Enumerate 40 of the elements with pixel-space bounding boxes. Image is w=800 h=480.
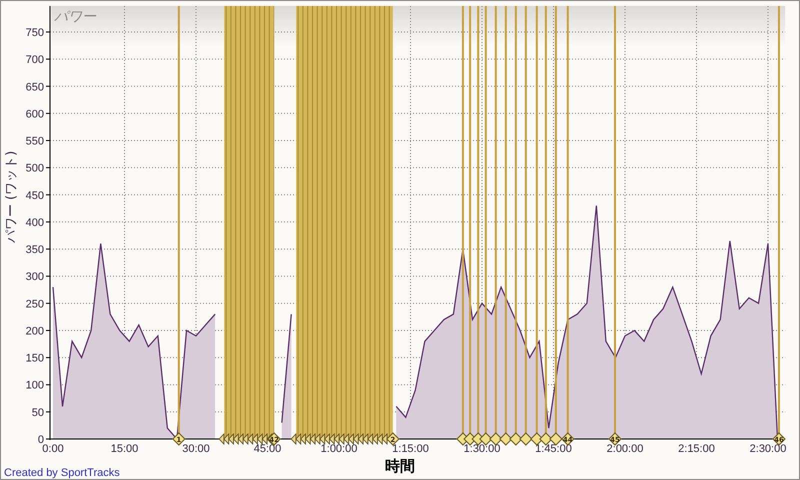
y-tick-label: 50 <box>32 406 44 419</box>
lap-marker-icon[interactable] <box>549 432 563 446</box>
x-tick-label: 2:15:00 <box>678 443 715 453</box>
y-tick-label: 750 <box>26 27 44 39</box>
x-tick-label: 2:00:00 <box>606 443 644 453</box>
x-tick-label: 0:00 <box>42 443 64 453</box>
lap-marker-icon[interactable] <box>539 432 553 446</box>
x-tick-label: 2:30:00 <box>750 443 786 453</box>
chart-title: パワー <box>54 8 96 25</box>
y-tick-label: 150 <box>26 352 44 365</box>
x-tick-label: 1:15:00 <box>392 443 429 453</box>
lap-marker-icon[interactable] <box>519 432 533 446</box>
y-tick-label: 550 <box>26 136 44 148</box>
y-tick-label: 700 <box>26 54 44 66</box>
credit-link[interactable]: Created by SportTracks <box>4 467 385 479</box>
x-axis-title: 時間 <box>385 456 415 476</box>
y-tick-label: 600 <box>26 108 44 120</box>
y-tick-label: 250 <box>26 298 44 310</box>
lap-marker-icon[interactable] <box>530 432 544 446</box>
y-tick-label: 450 <box>26 190 44 202</box>
y-tick-label: 200 <box>26 325 44 338</box>
y-tick-label: 350 <box>26 244 44 256</box>
x-tick-label: 1:30:00 <box>464 443 500 453</box>
y-tick-label: 500 <box>26 162 44 175</box>
x-tick-label: 15:00 <box>110 443 138 453</box>
lap-marker-icon[interactable] <box>489 432 503 446</box>
y-tick-label: 100 <box>26 380 44 392</box>
y-tick-label: 650 <box>26 81 44 94</box>
y-tick-label: 300 <box>26 271 44 284</box>
x-tick-label: 45:00 <box>254 443 282 453</box>
x-tick-label: 30:00 <box>182 443 210 453</box>
y-axis-title: パワー (ワット) <box>4 150 20 244</box>
lap-marker-stack[interactable] <box>290 433 388 445</box>
y-tick-label: 0 <box>38 434 44 446</box>
x-tick-label: 1:45:00 <box>535 443 572 453</box>
lap-marker-icon[interactable] <box>509 432 523 446</box>
lap-marker-icon[interactable] <box>479 432 493 446</box>
lap-marker-icon[interactable] <box>499 432 513 446</box>
y-tick-label: 400 <box>26 216 44 229</box>
x-tick-label: 1:00:00 <box>320 443 358 453</box>
